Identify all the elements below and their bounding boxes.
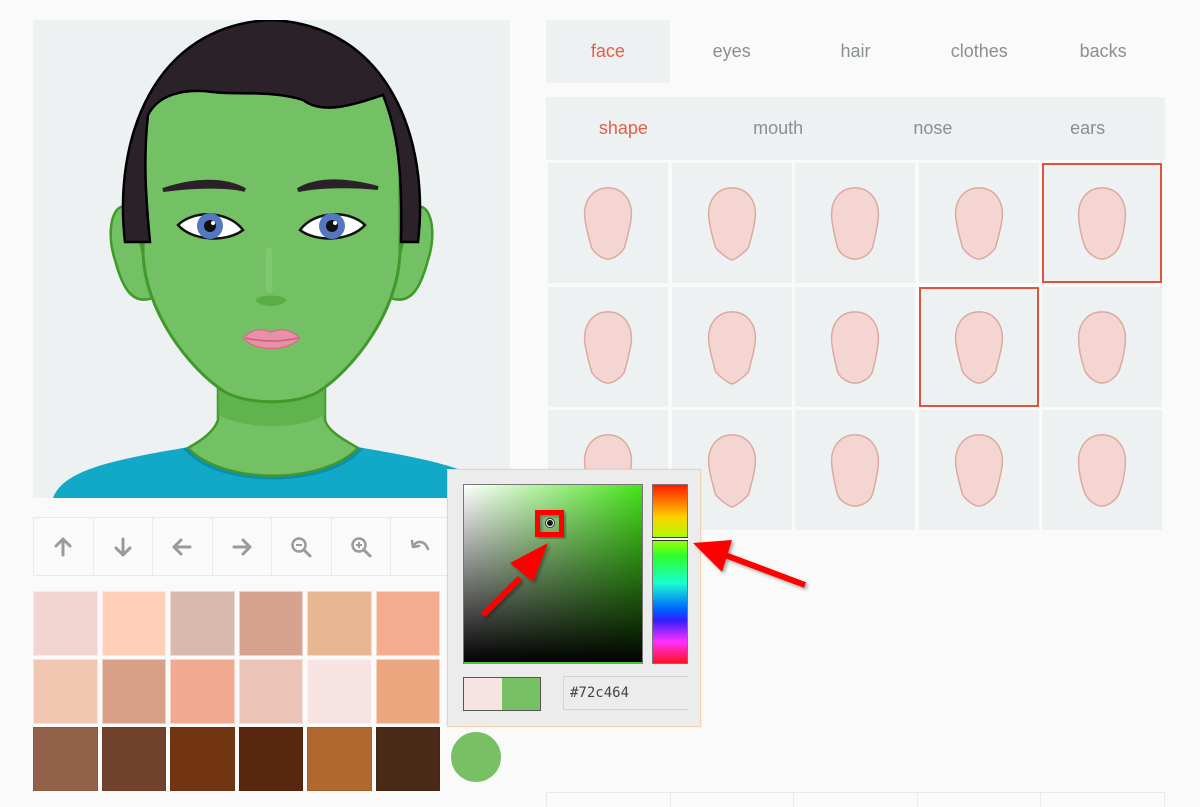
skin-swatch[interactable] [307, 591, 372, 656]
undo-button[interactable] [391, 518, 451, 575]
face-shape-option[interactable] [1042, 410, 1162, 530]
undo-icon [411, 539, 430, 550]
skin-swatch[interactable] [307, 659, 372, 724]
sv-marker-handle[interactable] [546, 519, 554, 527]
skin-swatch[interactable] [170, 591, 235, 656]
swatch-row [33, 591, 503, 656]
face-shape-option[interactable] [918, 410, 1039, 530]
face-shape-icon [583, 310, 633, 384]
color-picker-popup [447, 469, 701, 727]
skin-swatch[interactable] [170, 727, 235, 791]
hex-color-input[interactable] [563, 676, 688, 710]
tab-eyes[interactable]: eyes [670, 20, 794, 83]
skin-swatch[interactable] [101, 659, 166, 724]
face-shape-option[interactable] [548, 286, 668, 407]
arrow-down-icon [114, 537, 132, 556]
current-color-button[interactable] [451, 732, 501, 782]
skin-swatch[interactable] [101, 591, 166, 656]
skin-swatch[interactable] [307, 727, 372, 791]
face-shape-option[interactable] [1042, 286, 1162, 407]
face-shape-option[interactable] [795, 163, 915, 283]
face-shape-icon [1077, 310, 1127, 384]
face-shape-icon [954, 310, 1003, 384]
skin-swatch[interactable] [170, 659, 235, 724]
skin-swatch[interactable] [101, 727, 166, 791]
sub-tabs: shape mouth nose ears [546, 97, 1165, 160]
skin-swatch[interactable] [33, 591, 98, 656]
skin-swatch[interactable] [33, 727, 98, 791]
skin-swatch[interactable] [375, 727, 440, 791]
subtab-nose[interactable]: nose [856, 97, 1011, 160]
skin-swatch[interactable] [238, 591, 303, 656]
move-up-button[interactable] [34, 518, 94, 575]
skin-swatch[interactable] [375, 591, 440, 656]
face-shape-icon [954, 187, 1003, 260]
skin-swatch[interactable] [375, 659, 440, 724]
annotation-arrow-hue [693, 540, 807, 588]
subtab-ears[interactable]: ears [1010, 97, 1165, 160]
avatar-illustration [53, 20, 503, 498]
previous-color-swatch[interactable] [464, 678, 502, 710]
face-shape-icon [1077, 187, 1127, 260]
skin-swatch[interactable] [238, 727, 303, 791]
face-shape-option[interactable] [918, 286, 1039, 407]
next-row-placeholder [546, 792, 1165, 807]
face-shape-icon [830, 187, 880, 260]
move-left-button[interactable] [153, 518, 213, 575]
face-shape-icon [830, 434, 880, 507]
main-tabs: face eyes hair clothes backs [546, 20, 1165, 83]
face-shape-icon [1077, 434, 1127, 507]
new-color-swatch [502, 678, 540, 710]
arrow-up-icon [54, 537, 72, 556]
face-shape-option[interactable] [548, 163, 668, 283]
zoom-in-button[interactable] [332, 518, 391, 575]
swatch-row [33, 727, 503, 791]
avatar-toolbar [33, 517, 452, 576]
skin-swatch[interactable] [33, 659, 98, 724]
arrow-left-icon [172, 538, 192, 555]
face-shape-option[interactable] [918, 163, 1039, 283]
arrow-right-icon [232, 538, 252, 555]
skin-color-swatches [33, 591, 503, 794]
face-shape-icon [583, 187, 633, 260]
subtab-mouth[interactable]: mouth [701, 97, 856, 160]
face-shape-option[interactable] [1042, 163, 1162, 283]
avatar-preview [33, 20, 510, 498]
face-shape-option[interactable] [671, 163, 792, 283]
color-compare [463, 677, 541, 711]
tab-clothes[interactable]: clothes [917, 20, 1041, 83]
move-right-button[interactable] [213, 518, 272, 575]
hue-slider[interactable] [652, 484, 688, 664]
face-shape-icon [707, 434, 756, 508]
tab-hair[interactable]: hair [794, 20, 918, 83]
face-shape-option[interactable] [795, 410, 915, 530]
face-shape-icon [707, 310, 756, 385]
face-shape-icon [954, 434, 1003, 507]
move-down-button[interactable] [94, 518, 153, 575]
hue-slider-handle[interactable] [652, 537, 688, 541]
zoom-out-button[interactable] [272, 518, 332, 575]
swatch-row [33, 659, 503, 724]
zoom-out-icon [291, 536, 312, 557]
face-shape-option[interactable] [671, 286, 792, 407]
face-shape-icon [830, 310, 880, 384]
skin-swatch[interactable] [238, 659, 303, 724]
face-shape-option[interactable] [795, 286, 915, 407]
face-shape-icon [707, 187, 756, 261]
tab-backs[interactable]: backs [1041, 20, 1165, 83]
tab-face[interactable]: face [546, 20, 670, 83]
saturation-value-area[interactable] [463, 484, 643, 664]
subtab-shape[interactable]: shape [546, 97, 701, 160]
zoom-in-icon [351, 536, 372, 557]
